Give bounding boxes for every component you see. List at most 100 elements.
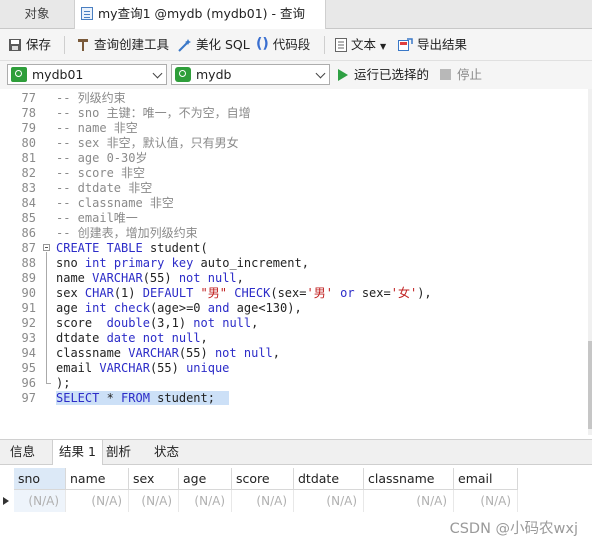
table-cell[interactable]: (N/A) xyxy=(66,490,129,512)
save-icon xyxy=(9,38,21,51)
code-text: dtdate date not null, xyxy=(56,331,208,345)
fold-toggle-icon[interactable] xyxy=(43,244,50,251)
chevron-down-icon xyxy=(152,68,163,79)
tab-objects[interactable]: 对象 xyxy=(0,0,75,28)
sql-editor[interactable]: 77 -- 列级约束 78 -- sno 主键：唯一，不为空，自增 79 -- name … xyxy=(0,89,592,435)
beautify-sql-button[interactable]: 美化 SQL xyxy=(177,29,250,60)
code-text: -- 列级约束 xyxy=(56,91,126,105)
code-text: classname VARCHAR(55) not null, xyxy=(56,346,281,360)
line-number: 83 xyxy=(21,181,36,195)
tab-query-label: my查询1 @mydb (mydb01) - 查询 xyxy=(98,6,305,21)
save-button[interactable]: 保存 xyxy=(8,29,51,60)
code-line[interactable]: 82 -- score 非空 xyxy=(0,166,586,181)
line-number: 91 xyxy=(21,301,36,315)
code-text: ); xyxy=(56,376,71,390)
stop-button[interactable]: 停止 xyxy=(440,64,482,86)
text-document-icon xyxy=(335,37,347,52)
editor-scrollbar-thumb[interactable] xyxy=(588,341,592,429)
column-header-classname[interactable]: classname xyxy=(364,468,454,490)
export-results-label: 导出结果 xyxy=(417,37,468,52)
dropdown-arrow-icon: ▼ xyxy=(380,42,387,51)
code-line[interactable]: 81 -- age 0-30岁 xyxy=(0,151,586,166)
column-header-sno[interactable]: sno xyxy=(14,468,66,490)
code-line[interactable]: 83 -- dtdate 非空 xyxy=(0,181,586,196)
line-number: 80 xyxy=(21,136,36,150)
database-select[interactable]: mydb xyxy=(171,64,330,85)
query-builder-icon xyxy=(78,38,88,51)
connection-select[interactable]: mydb01 xyxy=(7,64,167,85)
code-text: -- sex 非空，默认值，只有男女 xyxy=(56,136,239,150)
magic-wand-icon xyxy=(178,38,191,52)
line-number: 78 xyxy=(21,106,36,120)
code-text: CREATE TABLE student( xyxy=(56,241,208,255)
chevron-down-icon xyxy=(315,68,326,79)
query-file-icon xyxy=(81,7,93,20)
code-line[interactable]: 88 sno int primary key auto_increment, xyxy=(0,256,586,271)
column-header-sex[interactable]: sex xyxy=(129,468,179,490)
table-cell[interactable]: (N/A) xyxy=(179,490,232,512)
table-cell[interactable]: (N/A) xyxy=(129,490,179,512)
toolbar-divider xyxy=(64,36,65,54)
code-text: email VARCHAR(55) unique xyxy=(56,361,230,375)
line-number: 84 xyxy=(21,196,36,210)
code-line[interactable]: 89 name VARCHAR(55) not null, xyxy=(0,271,586,286)
run-selected-label: 运行已选择的 xyxy=(354,67,430,82)
query-builder-button[interactable]: 查询创建工具 xyxy=(76,29,169,60)
code-line[interactable]: 92 score double(3,1) not null, xyxy=(0,316,586,331)
code-text: -- name 非空 xyxy=(56,121,138,135)
line-number: 96 xyxy=(21,376,36,390)
connection-bar: mydb01 mydb 运行已选择的 停止 xyxy=(0,61,592,89)
line-number: 92 xyxy=(21,316,36,330)
column-header-score[interactable]: score xyxy=(232,468,294,490)
results-tab[interactable]: 剖析 xyxy=(100,440,137,464)
table-cell[interactable]: (N/A) xyxy=(232,490,294,512)
code-line[interactable]: 84 -- classname 非空 xyxy=(0,196,586,211)
code-line[interactable]: 97 SELECT * FROM student; xyxy=(0,391,586,406)
text-dropdown-button[interactable]: 文本 ▼ xyxy=(335,29,386,60)
column-header-age[interactable]: age xyxy=(179,468,232,490)
table-cell[interactable]: (N/A) xyxy=(364,490,454,512)
code-text: age int check(age>=0 and age<130), xyxy=(56,301,302,315)
table-cell[interactable]: (N/A) xyxy=(454,490,518,512)
results-tab[interactable]: 信息 xyxy=(4,440,41,464)
export-results-button[interactable]: 导出结果 xyxy=(398,29,467,60)
save-label: 保存 xyxy=(26,37,52,52)
stop-label: 停止 xyxy=(457,67,483,82)
table-cell[interactable]: (N/A) xyxy=(14,490,66,512)
tab-query[interactable]: my查询1 @mydb (mydb01) - 查询 xyxy=(74,0,326,29)
code-line[interactable]: 79 -- name 非空 xyxy=(0,121,586,136)
table-row[interactable]: (N/A) (N/A) (N/A) (N/A) (N/A) (N/A) (N/A) (N/A) xyxy=(0,490,520,512)
code-line[interactable]: 77 -- 列级约束 xyxy=(0,91,586,106)
code-line[interactable]: 78 -- sno 主键：唯一，不为空，自增 xyxy=(0,106,586,121)
snippet-button[interactable]: () 代码段 xyxy=(256,29,310,60)
snippet-label: 代码段 xyxy=(272,37,311,52)
tab-bar: 对象 my查询1 @mydb (mydb01) - 查询 xyxy=(0,0,592,29)
code-line[interactable]: 87 CREATE TABLE student( xyxy=(0,241,586,256)
results-tab[interactable]: 状态 xyxy=(148,440,185,464)
current-row-marker-icon xyxy=(3,497,9,505)
line-number: 82 xyxy=(21,166,36,180)
column-header-email[interactable]: email xyxy=(454,468,518,490)
run-selected-button[interactable]: 运行已选择的 xyxy=(338,64,429,86)
code-line[interactable]: 93 dtdate date not null, xyxy=(0,331,586,346)
code-line[interactable]: 96); xyxy=(0,376,586,391)
code-line[interactable]: 91 age int check(age>=0 and age<130), xyxy=(0,301,586,316)
results-tab[interactable]: 结果 1 xyxy=(52,440,103,465)
line-number: 81 xyxy=(21,151,36,165)
code-line[interactable]: 80 -- sex 非空，默认值，只有男女 xyxy=(0,136,586,151)
text-label: 文本 xyxy=(351,37,377,52)
table-cell[interactable]: (N/A) xyxy=(294,490,364,512)
code-line[interactable]: 90 sex CHAR(1) DEFAULT "男" CHECK(sex='男' … xyxy=(0,286,586,301)
code-line[interactable]: 95 email VARCHAR(55) unique xyxy=(0,361,586,376)
play-icon xyxy=(338,68,348,81)
editor-scrollbar[interactable] xyxy=(588,89,592,435)
column-header-name[interactable]: name xyxy=(66,468,129,490)
code-line[interactable]: 86 -- 创建表，增加列级约束 xyxy=(0,226,586,241)
code-text: -- sno 主键：唯一，不为空，自增 xyxy=(56,106,251,120)
code-line[interactable]: 94 classname VARCHAR(55) not null, xyxy=(0,346,586,361)
line-number: 87 xyxy=(21,241,36,255)
code-line[interactable]: 85 -- email唯一 xyxy=(0,211,586,226)
column-header-dtdate[interactable]: dtdate xyxy=(294,468,364,490)
code-text: name VARCHAR(55) not null, xyxy=(56,271,244,285)
line-number: 86 xyxy=(21,226,36,240)
